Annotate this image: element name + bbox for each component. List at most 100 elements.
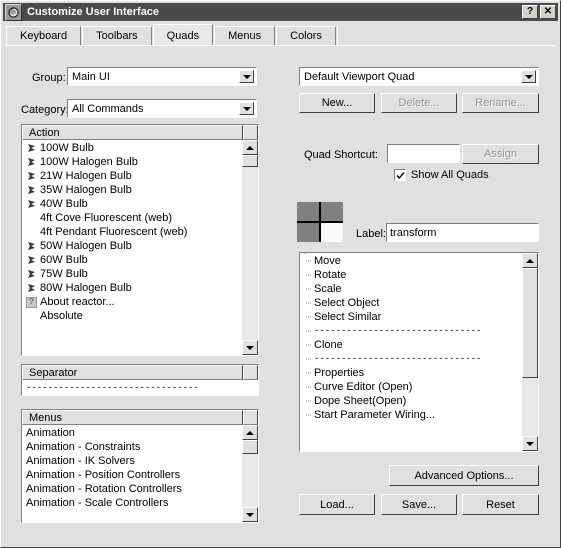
- load-button[interactable]: Load...: [299, 494, 375, 515]
- quad-cell-upper-right[interactable]: [321, 202, 343, 221]
- action-list-item[interactable]: 21W Halogen Bulb: [22, 169, 242, 183]
- action-list-item-label: 35W Halogen Bulb: [40, 184, 132, 196]
- separator-header-spacer: [243, 365, 258, 380]
- scroll-up-button[interactable]: [242, 425, 258, 440]
- quad-cell-lower-right[interactable]: [321, 223, 343, 242]
- quad-menu-item[interactable]: Properties: [300, 366, 522, 380]
- quad-menu-item[interactable]: Dope Sheet(Open): [300, 394, 522, 408]
- scroll-track[interactable]: [522, 268, 538, 436]
- tab-colors[interactable]: Colors: [276, 26, 336, 46]
- quad-menu-item[interactable]: Select Object: [300, 296, 522, 310]
- scroll-thumb[interactable]: [242, 440, 258, 454]
- quad-set-combo[interactable]: Default Viewport Quad: [299, 67, 539, 86]
- help-button[interactable]: ?: [522, 5, 538, 19]
- action-list-item[interactable]: 100W Halogen Bulb: [22, 155, 242, 169]
- action-column-header[interactable]: Action: [22, 125, 243, 140]
- menus-list[interactable]: Animation Animation - Constraints Animatio…: [22, 426, 242, 522]
- quad-items-scrollbar[interactable]: [522, 253, 538, 451]
- quad-menu-separator[interactable]: -------------------------------: [300, 324, 522, 338]
- tab-quads[interactable]: Quads: [152, 24, 214, 46]
- category-combo[interactable]: All Commands: [67, 99, 257, 118]
- category-label: Category:: [21, 104, 69, 116]
- action-list-item[interactable]: Absolute: [22, 309, 242, 323]
- chevron-down-icon[interactable]: [521, 70, 536, 83]
- action-header-spacer: [243, 125, 258, 140]
- quad-cell-lower-left[interactable]: [297, 223, 319, 242]
- quad-cell-upper-left[interactable]: [297, 202, 319, 221]
- scroll-down-button[interactable]: [242, 340, 258, 355]
- action-list-item-label: 100W Halogen Bulb: [40, 156, 138, 168]
- scroll-up-button[interactable]: [242, 140, 258, 155]
- action-list-item[interactable]: 35W Halogen Bulb: [22, 183, 242, 197]
- scroll-track[interactable]: [242, 440, 258, 507]
- action-list-scrollbar[interactable]: [242, 140, 258, 355]
- action-list-item-label: 4ft Pendant Fluorescent (web): [40, 226, 188, 238]
- tree-branch-icon: [300, 255, 314, 267]
- action-list[interactable]: 100W Bulb 100W Halogen Bulb 21W Halogen Bu…: [22, 141, 242, 355]
- advanced-options-button[interactable]: Advanced Options...: [389, 465, 539, 486]
- tab-toolbars[interactable]: Toolbars: [82, 26, 152, 46]
- scroll-down-button[interactable]: [242, 507, 258, 522]
- quad-position-grid[interactable]: [297, 202, 343, 242]
- scroll-down-button[interactable]: [522, 436, 538, 451]
- action-list-item-label: 75W Bulb: [40, 268, 88, 280]
- tab-keyboard[interactable]: Keyboard: [6, 26, 82, 46]
- quad-menu-item[interactable]: Rotate: [300, 268, 522, 282]
- menus-column-header[interactable]: Menus: [22, 410, 243, 425]
- scroll-thumb[interactable]: [522, 268, 538, 378]
- show-all-quads-checkbox[interactable]: Show All Quads: [394, 169, 489, 181]
- close-button[interactable]: ✕: [540, 5, 556, 19]
- menus-list-item-label: Animation - IK Solvers: [26, 455, 135, 467]
- action-list-item[interactable]: 60W Bulb: [22, 253, 242, 267]
- scroll-up-button[interactable]: [522, 253, 538, 268]
- action-list-item[interactable]: ? About reactor...: [22, 295, 242, 309]
- menus-list-item[interactable]: Animation - IK Solvers: [22, 454, 242, 468]
- action-list-item[interactable]: 50W Halogen Bulb: [22, 239, 242, 253]
- action-list-item[interactable]: 40W Bulb: [22, 197, 242, 211]
- quad-menu-item[interactable]: Scale: [300, 282, 522, 296]
- action-list-item[interactable]: 80W Halogen Bulb: [22, 281, 242, 295]
- checkbox-box[interactable]: [394, 169, 406, 181]
- quad-menu-item[interactable]: Select Similar: [300, 310, 522, 324]
- scroll-track[interactable]: [242, 155, 258, 340]
- group-label: Group:: [32, 72, 66, 84]
- quad-menu-separator-label: -------------------------------: [314, 326, 482, 336]
- action-list-item[interactable]: 75W Bulb: [22, 267, 242, 281]
- quad-menu-item[interactable]: Clone: [300, 338, 522, 352]
- scroll-thumb[interactable]: [242, 155, 258, 167]
- chevron-down-icon[interactable]: [239, 70, 254, 83]
- quad-menu-items-list[interactable]: Move Rotate Scale Select Object Select Simil…: [300, 254, 522, 451]
- quad-menu-item[interactable]: Move: [300, 254, 522, 268]
- menus-list-item[interactable]: Animation - Scale Controllers: [22, 496, 242, 510]
- menus-list-item[interactable]: Animation - Position Controllers: [22, 468, 242, 482]
- action-list-item[interactable]: 100W Bulb: [22, 141, 242, 155]
- separator-list[interactable]: --------------------------------: [22, 381, 258, 395]
- chevron-down-icon[interactable]: [239, 102, 254, 115]
- menus-list-item[interactable]: Animation - Constraints: [22, 440, 242, 454]
- title-bar: Customize User Interface ? ✕: [3, 3, 558, 21]
- separator-row[interactable]: --------------------------------: [22, 381, 258, 395]
- reset-button[interactable]: Reset: [462, 494, 539, 515]
- action-list-item[interactable]: 4ft Cove Fluorescent (web): [22, 211, 242, 225]
- menus-list-item[interactable]: Animation - Rotation Controllers: [22, 482, 242, 496]
- quad-menu-item[interactable]: Curve Editor (Open): [300, 380, 522, 394]
- tab-menus[interactable]: Menus: [214, 26, 276, 46]
- quad-menu-separator[interactable]: -------------------------------: [300, 352, 522, 366]
- title-bar-buttons: ? ✕: [522, 5, 556, 19]
- separator-column-header[interactable]: Separator: [22, 365, 243, 380]
- save-button[interactable]: Save...: [381, 494, 457, 515]
- quad-menu-item[interactable]: Start Parameter Wiring...: [300, 408, 522, 422]
- quad-label-input[interactable]: transform: [386, 223, 539, 242]
- max-swirl-icon: [5, 3, 22, 21]
- menus-list-scrollbar[interactable]: [242, 425, 258, 522]
- tree-branch-icon: [300, 353, 314, 365]
- action-list-item-label: Absolute: [40, 310, 83, 322]
- bulb-icon: [25, 198, 38, 210]
- tree-branch-icon: [300, 297, 314, 309]
- new-quad-button[interactable]: New...: [299, 93, 375, 113]
- menus-list-item[interactable]: Animation: [22, 426, 242, 440]
- quad-shortcut-input[interactable]: [387, 144, 460, 163]
- group-combo[interactable]: Main UI: [67, 67, 257, 86]
- action-list-item[interactable]: 4ft Pendant Fluorescent (web): [22, 225, 242, 239]
- group-combo-value: Main UI: [72, 70, 110, 83]
